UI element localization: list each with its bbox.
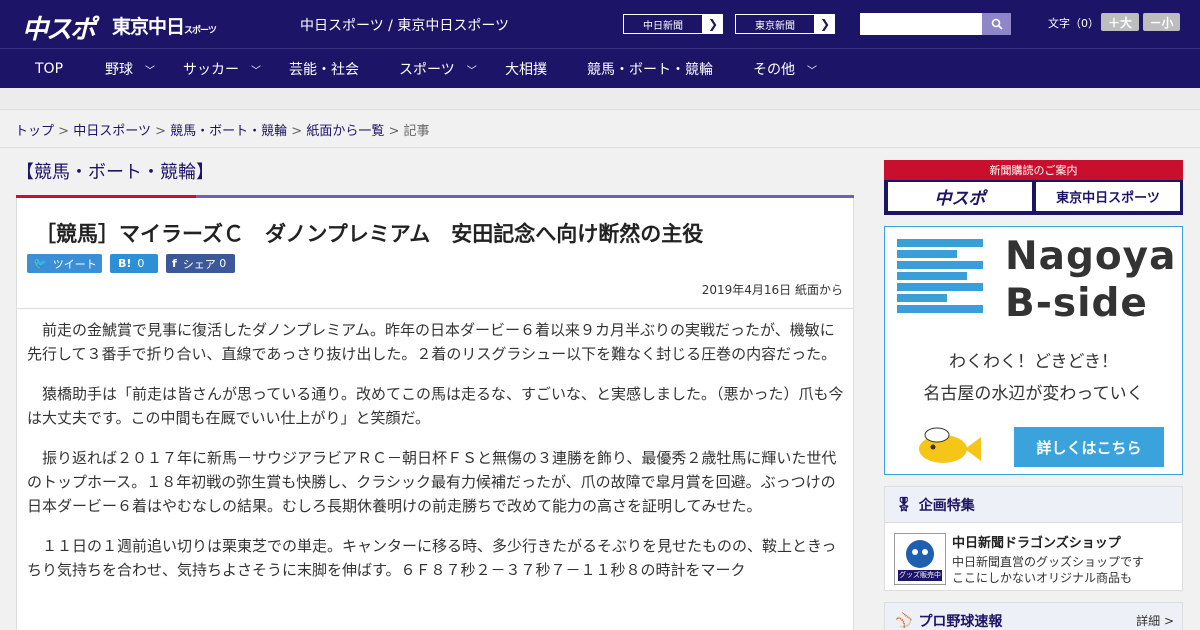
nav-item-sumo[interactable]: 大相撲 <box>505 49 547 89</box>
chevron-down-icon: ﹀ <box>807 65 817 77</box>
ad-brick-graphic <box>897 239 983 325</box>
article-headline: ［競馬］マイラーズＣ ダノンプレミアム 安田記念へ向け断然の主役 <box>35 222 704 246</box>
search-button[interactable] <box>982 13 1011 35</box>
search-input[interactable] <box>860 13 982 35</box>
chunichi-shimbun-label: 中日新聞 <box>623 14 703 34</box>
chevron-right-icon: ❯ <box>819 17 831 31</box>
nav-label: その他 <box>753 62 795 78</box>
facebook-share-button[interactable]: f シェア 0 <box>166 254 235 273</box>
ad-title-line2: B-side <box>1005 281 1148 326</box>
nav-item-sports[interactable]: スポーツ ﹀ <box>399 49 477 89</box>
nav-label: 野球 <box>105 62 133 78</box>
ad-title-line1: Nagoya <box>1005 234 1177 279</box>
dragons-shop-thumb-text: グッズ販売中 <box>899 571 941 579</box>
article-card: ［競馬］マイラーズＣ ダノンプレミアム 安田記念へ向け断然の主役 🐦 ツイート B… <box>16 198 854 630</box>
divider <box>0 147 1200 148</box>
nav-item-baseball[interactable]: 野球 ﹀ <box>105 49 155 89</box>
baseball-scores-box: ⚾ プロ野球速報 詳細 > <box>884 602 1183 630</box>
chevron-right-icon: ❯ <box>707 17 719 31</box>
article-body: 前走の金鯱賞で見事に復活したダノンプレミアム。昨年の日本ダービー６着以来９カ月半… <box>27 318 845 598</box>
dragons-shop-link[interactable]: 中日新聞ドラゴンズショップ <box>952 532 1121 551</box>
breadcrumb-separator: > <box>388 124 400 139</box>
top-header: 中スポ 東京中日スポーツ 中日スポーツ / 東京中日スポーツ 中日新聞 ❯ 東京… <box>0 0 1200 48</box>
breadcrumb-separator: > <box>291 124 303 139</box>
chevron-down-icon: ﹀ <box>466 65 477 77</box>
ad-details-button[interactable]: 詳しくはこちら <box>1014 427 1164 467</box>
facebook-label: シェア <box>182 257 216 271</box>
award-icon: 🎖 <box>895 496 913 513</box>
nav-item-soccer[interactable]: サッカー ﹀ <box>183 49 261 89</box>
twitter-icon: 🐦 <box>33 257 47 270</box>
ad-subtitle: 名古屋の水辺が変わっていく <box>923 384 1144 404</box>
nav-label: サッカー <box>183 62 239 78</box>
breadcrumb-link[interactable]: 中日スポーツ <box>73 124 151 139</box>
nav-label: 競馬・ボート・競輪 <box>587 62 713 78</box>
baseball-heading-label: プロ野球速報 <box>918 613 1003 630</box>
article-dateline: 2019年4月16日 紙面から <box>701 283 843 297</box>
breadcrumb: トップ > 中日スポーツ > 競馬・ボート・競輪 > 紙面から一覧 > 記事 <box>15 120 430 139</box>
nav-label: 大相撲 <box>505 62 547 78</box>
article-paragraph: 振り返れば２０１７年に新馬－サウジアラビアＲＣ－朝日杯ＦＳと無傷の３連勝を飾り、… <box>27 449 837 515</box>
main-nav: TOP 野球 ﹀ サッカー ﹀ 芸能・社会 スポーツ ﹀ 大相撲 競馬・ボート・競輪 … <box>0 48 1200 88</box>
tweet-button[interactable]: 🐦 ツイート <box>27 254 102 273</box>
chevron-down-icon: ﹀ <box>145 65 155 77</box>
chunichi-sports-logo[interactable]: 中スポ <box>22 9 96 46</box>
breadcrumb-separator: > <box>58 124 70 139</box>
divider <box>17 308 853 309</box>
breadcrumb-separator: > <box>155 124 166 139</box>
tokyo-logo-small: スポーツ <box>184 26 217 36</box>
nav-item-entertainment[interactable]: 芸能・社会 <box>289 49 359 89</box>
site-names: 中日スポーツ / 東京中日スポーツ <box>300 18 510 34</box>
nav-label: TOP <box>35 61 64 77</box>
breadcrumb-link[interactable]: トップ <box>15 124 54 139</box>
font-smaller-button[interactable]: －小 <box>1143 13 1180 31</box>
hatena-icon: B! <box>118 257 132 270</box>
font-bigger-button[interactable]: ＋大 <box>1101 13 1139 31</box>
dragons-shop-thumbnail[interactable]: グッズ販売中 <box>894 533 946 585</box>
nav-label: スポーツ <box>399 62 455 78</box>
article-paragraph: 猿橋助手は「前走は皆さんが思っている通り。改めてこの馬は走るな、すごいな、と実感… <box>27 385 844 427</box>
features-heading-label: 企画特集 <box>918 497 975 514</box>
baseball-details-link[interactable]: 詳細 > <box>1136 612 1174 629</box>
chevron-down-icon: ﹀ <box>251 65 261 77</box>
font-size-label: 文字（0） <box>1048 17 1099 30</box>
nav-item-keiba[interactable]: 競馬・ボート・競輪 <box>587 49 713 89</box>
dragons-shop-description: 中日新聞直営のグッズショップです <box>952 555 1145 569</box>
nagoya-bside-ad[interactable]: Nagoya B-side わくわく！どきどき！ 名古屋の水辺が変わっていく 詳… <box>884 226 1183 475</box>
article-paragraph: １１日の１週前追い切りは栗東芝での単走。キャンターに移る時、多少行きたがるそぶり… <box>27 537 837 579</box>
ad-subtitle: わくわく！どきどき！ <box>949 352 1118 372</box>
hatena-bookmark-button[interactable]: B! 0 <box>110 254 158 273</box>
facebook-icon: f <box>172 257 177 270</box>
tweet-label: ツイート <box>52 257 97 271</box>
breadcrumb-link[interactable]: 競馬・ボート・競輪 <box>170 124 287 139</box>
nav-item-top[interactable]: TOP <box>35 49 63 89</box>
tokyo-shimbun-label: 東京新聞 <box>735 14 815 34</box>
spacer-band <box>0 88 1200 110</box>
fish-mascot-icon <box>919 427 981 463</box>
baseball-heading: ⚾ プロ野球速報 詳細 > <box>885 603 1182 630</box>
tokyo-chunichi-logo[interactable]: 東京中日スポーツ <box>112 12 217 39</box>
subscription-label: 新聞購読のご案内 <box>989 164 1078 177</box>
baseball-icon: ⚾ <box>895 612 913 629</box>
breadcrumb-current: 記事 <box>403 124 430 139</box>
subscribe-chunichi-sports-button[interactable]: 中スポ <box>888 182 1032 211</box>
facebook-count: 0 <box>219 257 227 270</box>
chunichi-shimbun-link[interactable]: 中日新聞 ❯ <box>622 13 724 35</box>
nav-label: 芸能・社会 <box>289 62 359 78</box>
search-icon <box>991 18 1003 30</box>
nav-item-other[interactable]: その他 ﹀ <box>753 49 817 89</box>
tokyo-logo-text: 東京中日 <box>112 16 185 38</box>
article-paragraph: 前走の金鯱賞で見事に復活したダノンプレミアム。昨年の日本ダービー６着以来９カ月半… <box>27 321 837 363</box>
features-box: 🎖 企画特集 グッズ販売中 中日新聞ドラゴンズショップ 中日新聞直営のグッズショ… <box>884 486 1183 591</box>
features-heading: 🎖 企画特集 <box>885 487 1182 523</box>
tokyo-shimbun-link[interactable]: 東京新聞 ❯ <box>734 13 836 35</box>
subscribe-tokyo-chunichi-button[interactable]: 東京中日スポーツ <box>1036 182 1180 211</box>
category-title: 【競馬・ボート・競輪】 <box>16 162 214 183</box>
hatena-count: 0 <box>137 257 145 270</box>
dragons-shop-description: ここにしかないオリジナル商品も <box>952 571 1133 585</box>
breadcrumb-link[interactable]: 紙面から一覧 <box>306 124 384 139</box>
